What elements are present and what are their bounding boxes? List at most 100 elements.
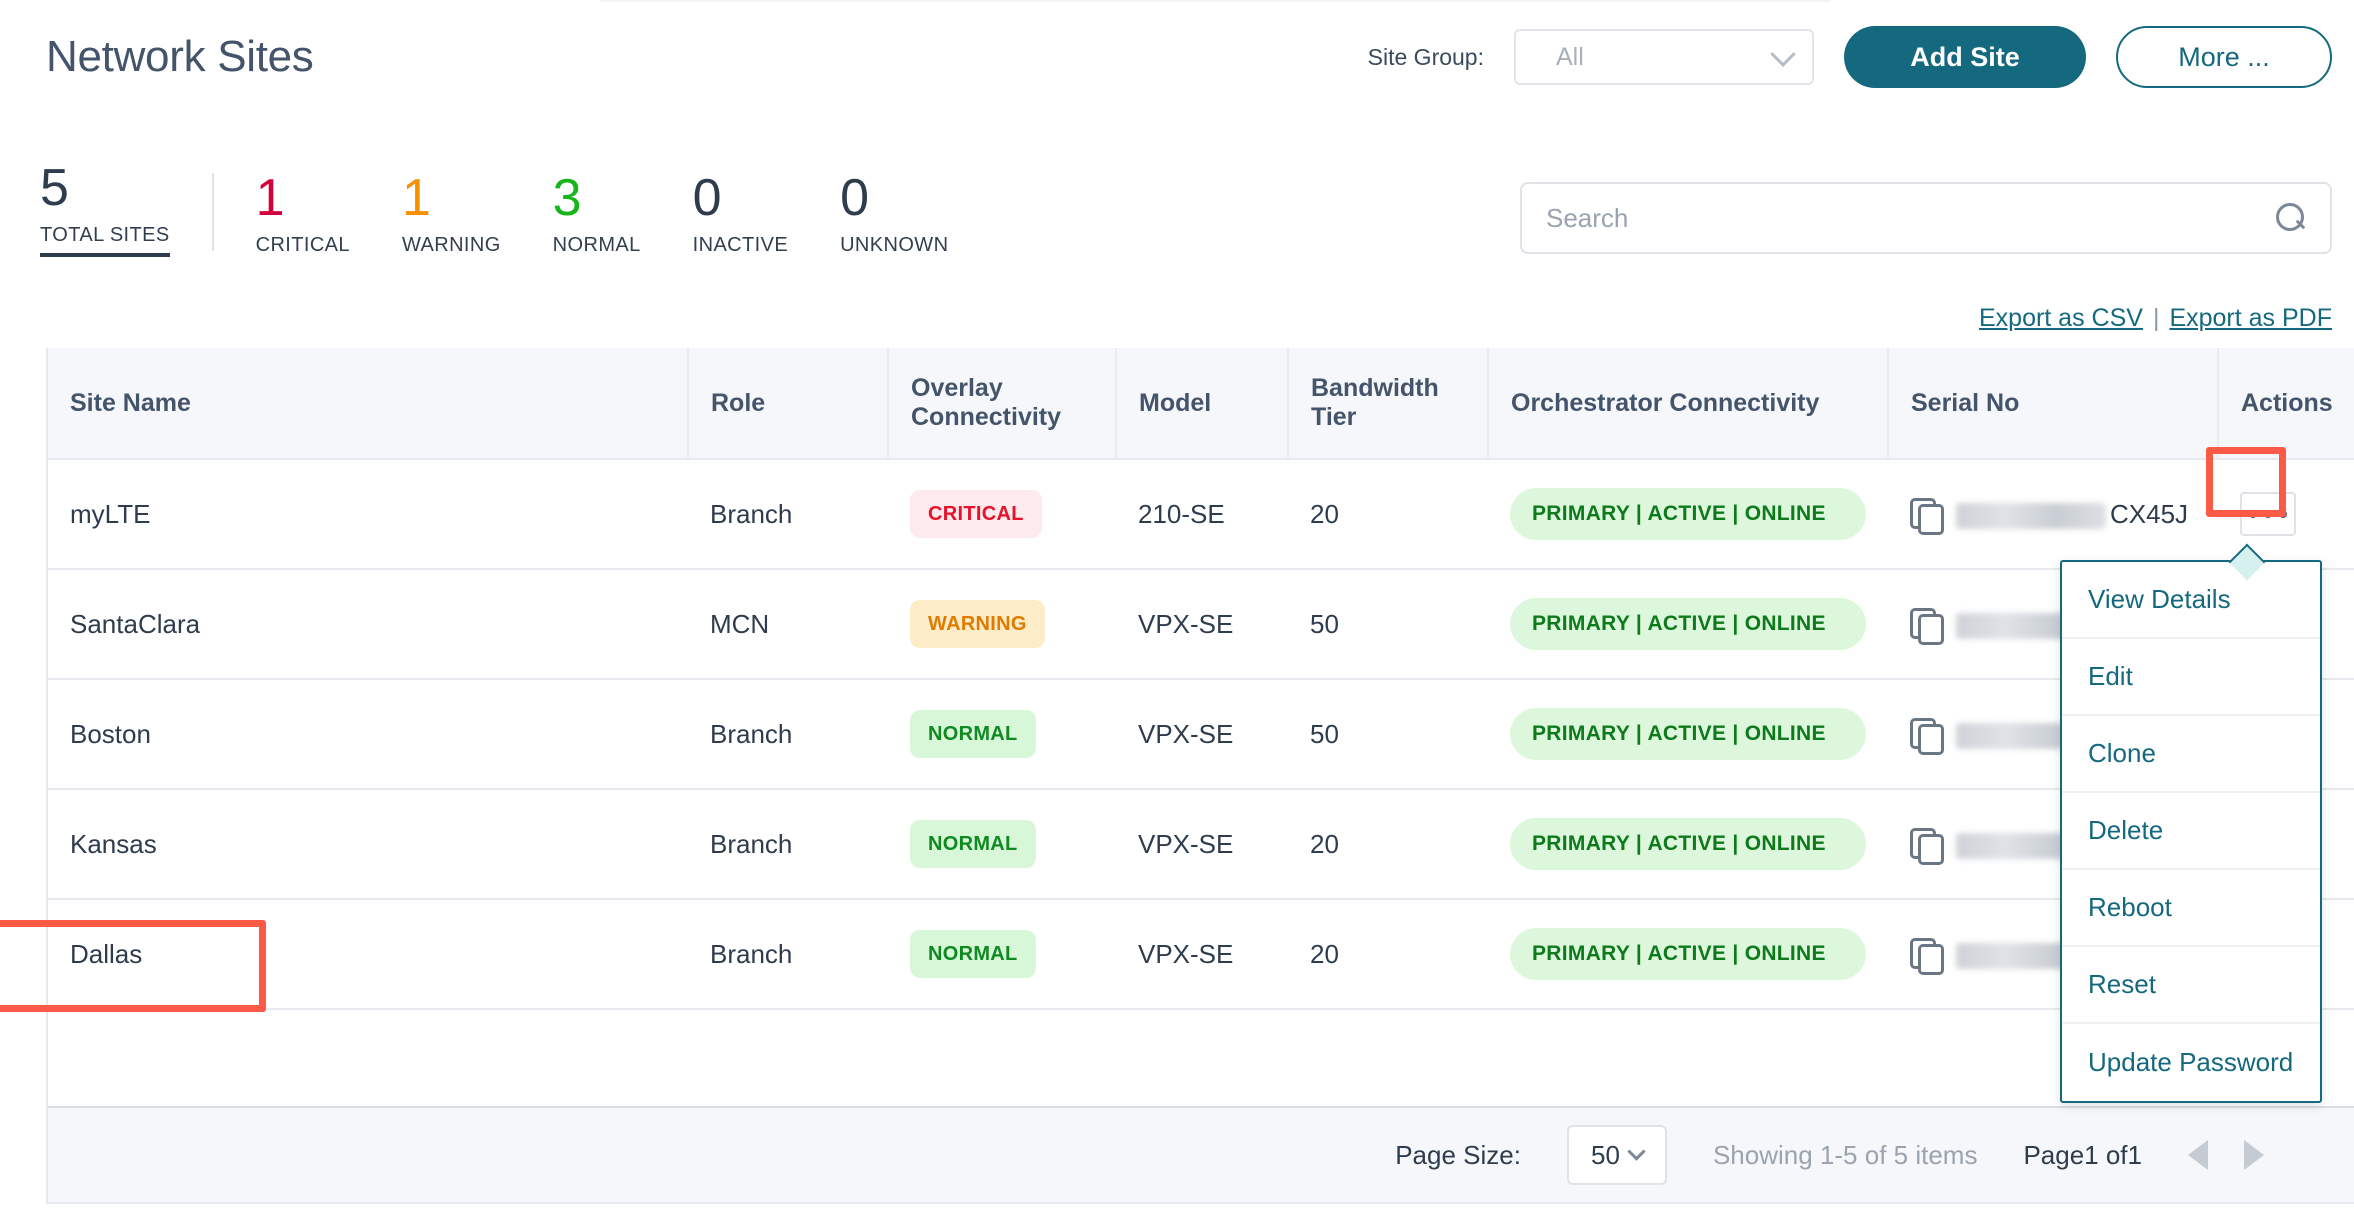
menu-item-reboot[interactable]: Reboot	[2062, 870, 2320, 947]
stats-divider	[211, 173, 214, 251]
orchestrator-status-badge: PRIMARY | ACTIVE | ONLINE	[1510, 488, 1866, 540]
copy-icon[interactable]	[1910, 498, 1944, 535]
column-header-site-name[interactable]: Site Name	[48, 348, 689, 460]
showing-count: Showing 1-5 of 5 items	[1712, 1139, 1978, 1170]
previous-page-icon[interactable]	[2188, 1140, 2208, 1170]
actions-dropdown-menu: View Details Edit Clone Delete Reboot Reset Up…	[2060, 560, 2322, 1103]
stat-value: 0	[840, 169, 869, 227]
top-edge-divider	[600, 0, 1830, 2]
column-header-role[interactable]: Role	[688, 348, 889, 460]
cell-overlay-connectivity: NORMAL	[888, 899, 1116, 1010]
stat-critical[interactable]: 1 CRITICAL	[230, 170, 376, 257]
cell-site-name: SantaClara	[48, 569, 688, 680]
cell-serial-no: XXXXXXCX45J	[1888, 459, 2218, 570]
cell-model: VPX-SE	[1116, 679, 1288, 790]
export-csv-link[interactable]: Export as CSV	[1979, 304, 2143, 333]
table-header: Site Name Role Overlay Connectivity Mode…	[48, 348, 2354, 460]
cell-site-name: Dallas	[48, 899, 688, 1010]
column-header-bandwidth[interactable]: Bandwidth Tier	[1288, 348, 1489, 460]
status-badge: WARNING	[910, 600, 1045, 648]
column-header-serial-no[interactable]: Serial No	[1888, 348, 2219, 460]
cell-orchestrator-connectivity: PRIMARY | ACTIVE | ONLINE	[1488, 459, 1888, 570]
stat-value: 5	[40, 159, 69, 217]
cell-model: VPX-SE	[1116, 569, 1288, 680]
search-icon[interactable]	[2276, 203, 2306, 233]
export-links: Export as CSV | Export as PDF	[1979, 304, 2332, 333]
menu-item-update-password[interactable]: Update Password	[2062, 1024, 2320, 1101]
next-page-icon[interactable]	[2244, 1140, 2264, 1170]
export-separator: |	[2152, 304, 2160, 332]
column-header-orchestrator[interactable]: Orchestrator Connectivity	[1488, 348, 1889, 460]
page-title: Network Sites	[46, 32, 314, 81]
stat-normal[interactable]: 3 NORMAL	[527, 170, 667, 257]
cell-site-name: Boston	[48, 679, 688, 790]
more-button[interactable]: More ...	[2116, 26, 2332, 88]
cell-model: VPX-SE	[1116, 789, 1288, 900]
copy-icon[interactable]	[1910, 938, 1944, 975]
status-badge: NORMAL	[910, 930, 1036, 978]
add-site-button[interactable]: Add Site	[1844, 26, 2086, 88]
copy-icon[interactable]	[1910, 828, 1944, 865]
status-badge: NORMAL	[910, 710, 1036, 758]
cell-overlay-connectivity: CRITICAL	[888, 459, 1116, 570]
orchestrator-status-badge: PRIMARY | ACTIVE | ONLINE	[1510, 708, 1866, 760]
table-row[interactable]: SantaClara MCN WARNING VPX-SE 50 PRIMARY | AC…	[48, 569, 2354, 680]
cell-orchestrator-connectivity: PRIMARY | ACTIVE | ONLINE	[1488, 789, 1888, 900]
menu-item-view-details[interactable]: View Details	[2062, 562, 2320, 639]
stat-value: 3	[552, 169, 582, 227]
menu-item-reset[interactable]: Reset	[2062, 947, 2320, 1024]
row-actions-button[interactable]	[2240, 492, 2296, 536]
menu-item-edit[interactable]: Edit	[2062, 639, 2320, 716]
orchestrator-status-badge: PRIMARY | ACTIVE | ONLINE	[1510, 598, 1866, 650]
cell-bandwidth-tier: 20	[1288, 789, 1488, 900]
search-input[interactable]	[1546, 202, 2276, 234]
column-header-actions: Actions	[2218, 348, 2354, 460]
column-header-overlay[interactable]: Overlay Connectivity	[888, 348, 1117, 460]
search-box[interactable]	[1520, 182, 2332, 254]
site-group-label: Site Group:	[1367, 43, 1484, 70]
cell-site-name: myLTE	[48, 459, 688, 570]
export-pdf-link[interactable]: Export as PDF	[2169, 304, 2332, 333]
stat-unknown[interactable]: 0 UNKNOWN	[814, 170, 974, 257]
page-size-value: 50	[1591, 1139, 1620, 1170]
site-group-select[interactable]: All	[1514, 29, 1814, 85]
cell-bandwidth-tier: 20	[1288, 459, 1488, 570]
stat-warning[interactable]: 1 WARNING	[376, 170, 527, 257]
dot-icon	[2249, 510, 2257, 518]
stat-value: 1	[401, 169, 431, 227]
cell-bandwidth-tier: 50	[1288, 569, 1488, 680]
stat-label: WARNING	[401, 234, 501, 256]
copy-icon[interactable]	[1910, 718, 1944, 755]
stat-label: INACTIVE	[692, 234, 789, 256]
cell-orchestrator-connectivity: PRIMARY | ACTIVE | ONLINE	[1488, 569, 1888, 680]
table-row[interactable]: Boston Branch NORMAL VPX-SE 50 PRIMARY | ACTI…	[48, 679, 2354, 790]
table-row[interactable]: Kansas Branch NORMAL VPX-SE 20 PRIMARY | ACTI…	[48, 789, 2354, 900]
chevron-down-icon	[1627, 1141, 1646, 1161]
copy-icon[interactable]	[1910, 608, 1944, 645]
chevron-down-icon	[1770, 41, 1796, 68]
header-controls: Site Group: All Add Site More ...	[1368, 26, 2332, 88]
site-group-value: All	[1556, 42, 1584, 71]
pager-controls	[2188, 1140, 2264, 1170]
column-header-model[interactable]: Model	[1116, 348, 1289, 460]
sites-table-card: Site Name Role Overlay Connectivity Mode…	[46, 348, 2354, 1204]
cell-role: Branch	[688, 679, 888, 790]
dot-icon	[2279, 510, 2287, 518]
page-size-select[interactable]: 50	[1566, 1125, 1667, 1185]
cell-role: Branch	[688, 459, 888, 570]
table-row[interactable]: myLTE Branch CRITICAL 210-SE 20 PRIMARY | ACT…	[48, 447, 2354, 570]
table-body: myLTE Branch CRITICAL 210-SE 20 PRIMARY | ACT…	[48, 447, 2354, 1010]
cell-role: Branch	[688, 789, 888, 900]
cell-orchestrator-connectivity: PRIMARY | ACTIVE | ONLINE	[1488, 899, 1888, 1010]
cell-orchestrator-connectivity: PRIMARY | ACTIVE | ONLINE	[1488, 679, 1888, 790]
stat-inactive[interactable]: 0 INACTIVE	[667, 170, 814, 257]
stat-total-sites[interactable]: 5 TOTAL SITES	[40, 160, 196, 257]
cell-overlay-connectivity: NORMAL	[888, 789, 1116, 900]
table-row[interactable]: Dallas Branch NORMAL VPX-SE 20 PRIMARY | ACTI…	[48, 899, 2354, 1010]
cell-role: MCN	[688, 569, 888, 680]
stat-value: 0	[692, 169, 722, 227]
stat-label: CRITICAL	[255, 234, 350, 256]
menu-item-clone[interactable]: Clone	[2062, 716, 2320, 793]
dot-icon	[2264, 510, 2272, 518]
menu-item-delete[interactable]: Delete	[2062, 793, 2320, 870]
